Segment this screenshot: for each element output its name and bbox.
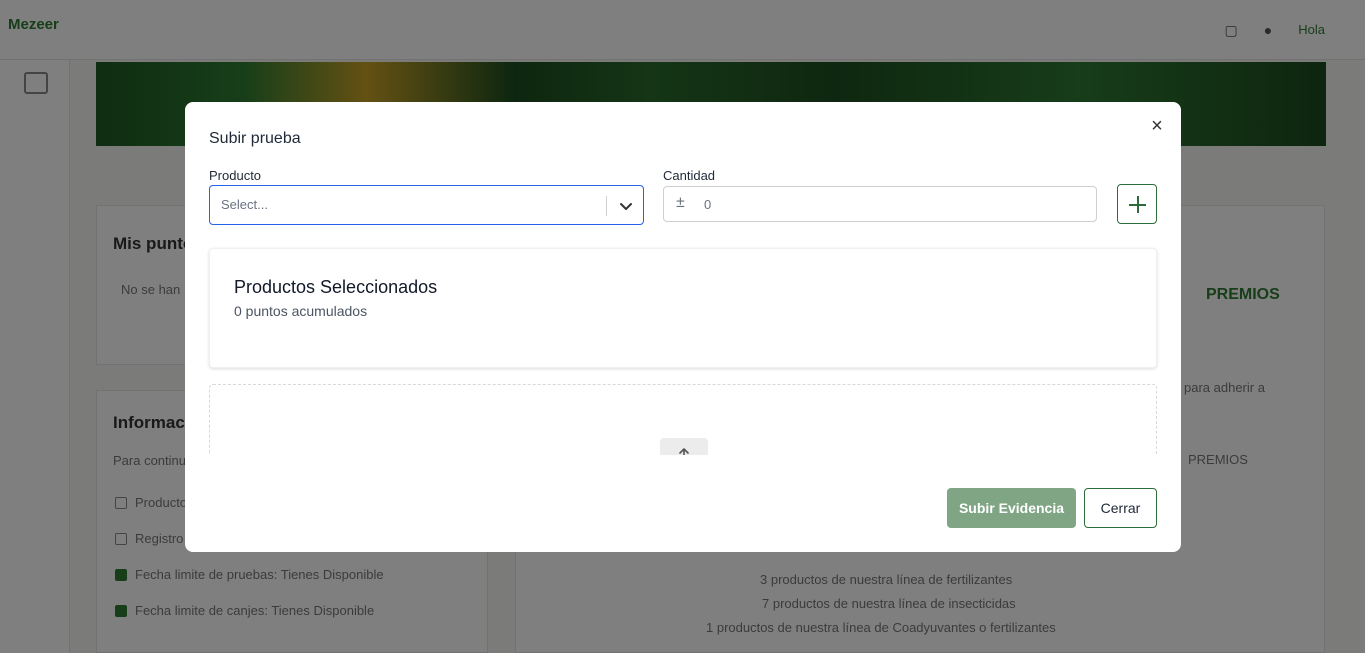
producto-placeholder: Select... [221,197,268,212]
cantidad-label: Cantidad [663,168,716,183]
upload-icon[interactable] [660,438,708,455]
plus-minus-icon: ± [676,194,685,211]
close-icon[interactable]: × [1146,115,1168,137]
upload-proof-modal: Subir prueba × Producto Select... Cantid… [185,102,1181,552]
arrow-up-icon [679,448,689,455]
add-product-button[interactable] [1117,184,1157,224]
cancel-button[interactable]: Cerrar [1084,488,1157,528]
chevron-down-icon[interactable] [616,196,636,216]
cantidad-input[interactable]: ± 0 [663,186,1097,222]
submit-evidence-button[interactable]: Subir Evidencia [947,488,1076,528]
cantidad-value: 0 [704,197,712,212]
dropzone-viewport [209,384,1157,455]
file-dropzone[interactable] [209,384,1157,455]
producto-select[interactable]: Select... [209,185,644,225]
selected-products-title: Productos Seleccionados [234,277,438,297]
select-divider [606,196,607,216]
accumulated-points: 0 puntos acumulados [234,303,368,319]
producto-label: Producto [209,168,262,183]
modal-title: Subir prueba [209,130,301,147]
selected-products-card: Productos Seleccionados 0 puntos acumula… [209,248,1157,368]
